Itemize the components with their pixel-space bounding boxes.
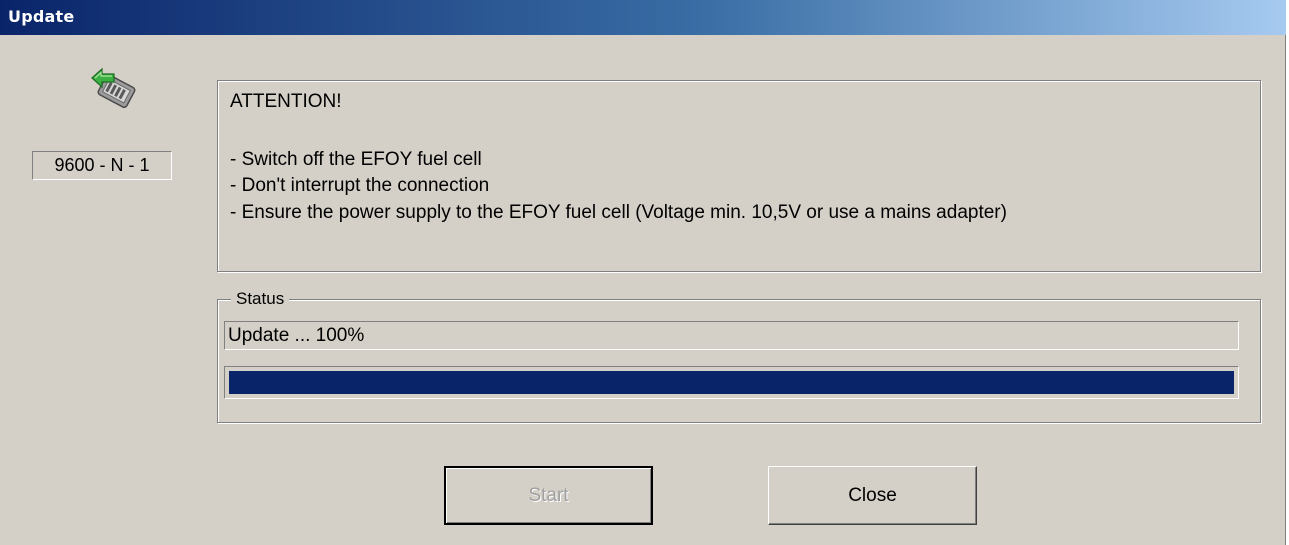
status-group bbox=[217, 299, 1261, 423]
close-button[interactable]: Close bbox=[768, 466, 977, 525]
device-id-field: 9600 - N - 1 bbox=[32, 151, 172, 180]
attention-heading: ATTENTION! bbox=[230, 91, 342, 112]
status-legend: Status bbox=[231, 289, 290, 309]
progress-bar bbox=[224, 366, 1239, 399]
start-button[interactable]: Start bbox=[444, 466, 653, 525]
attention-line-connection: - Don't interrupt the connection bbox=[230, 175, 490, 196]
window-title: Update bbox=[8, 7, 75, 26]
attention-line-switch-off: - Switch off the EFOY fuel cell bbox=[230, 149, 482, 170]
title-bar[interactable]: Update bbox=[0, 0, 1286, 35]
attention-panel: ATTENTION! - Switch off the EFOY fuel ce… bbox=[217, 80, 1261, 272]
attention-line-power-supply: - Ensure the power supply to the EFOY fu… bbox=[230, 202, 1007, 223]
update-dialog: Update 9600 - N - 1 ATTENTION! - Switch … bbox=[0, 0, 1286, 545]
progress-bar-fill bbox=[229, 371, 1234, 394]
device-update-icon bbox=[91, 67, 136, 109]
status-text-field: Update ... 100% bbox=[224, 321, 1239, 350]
